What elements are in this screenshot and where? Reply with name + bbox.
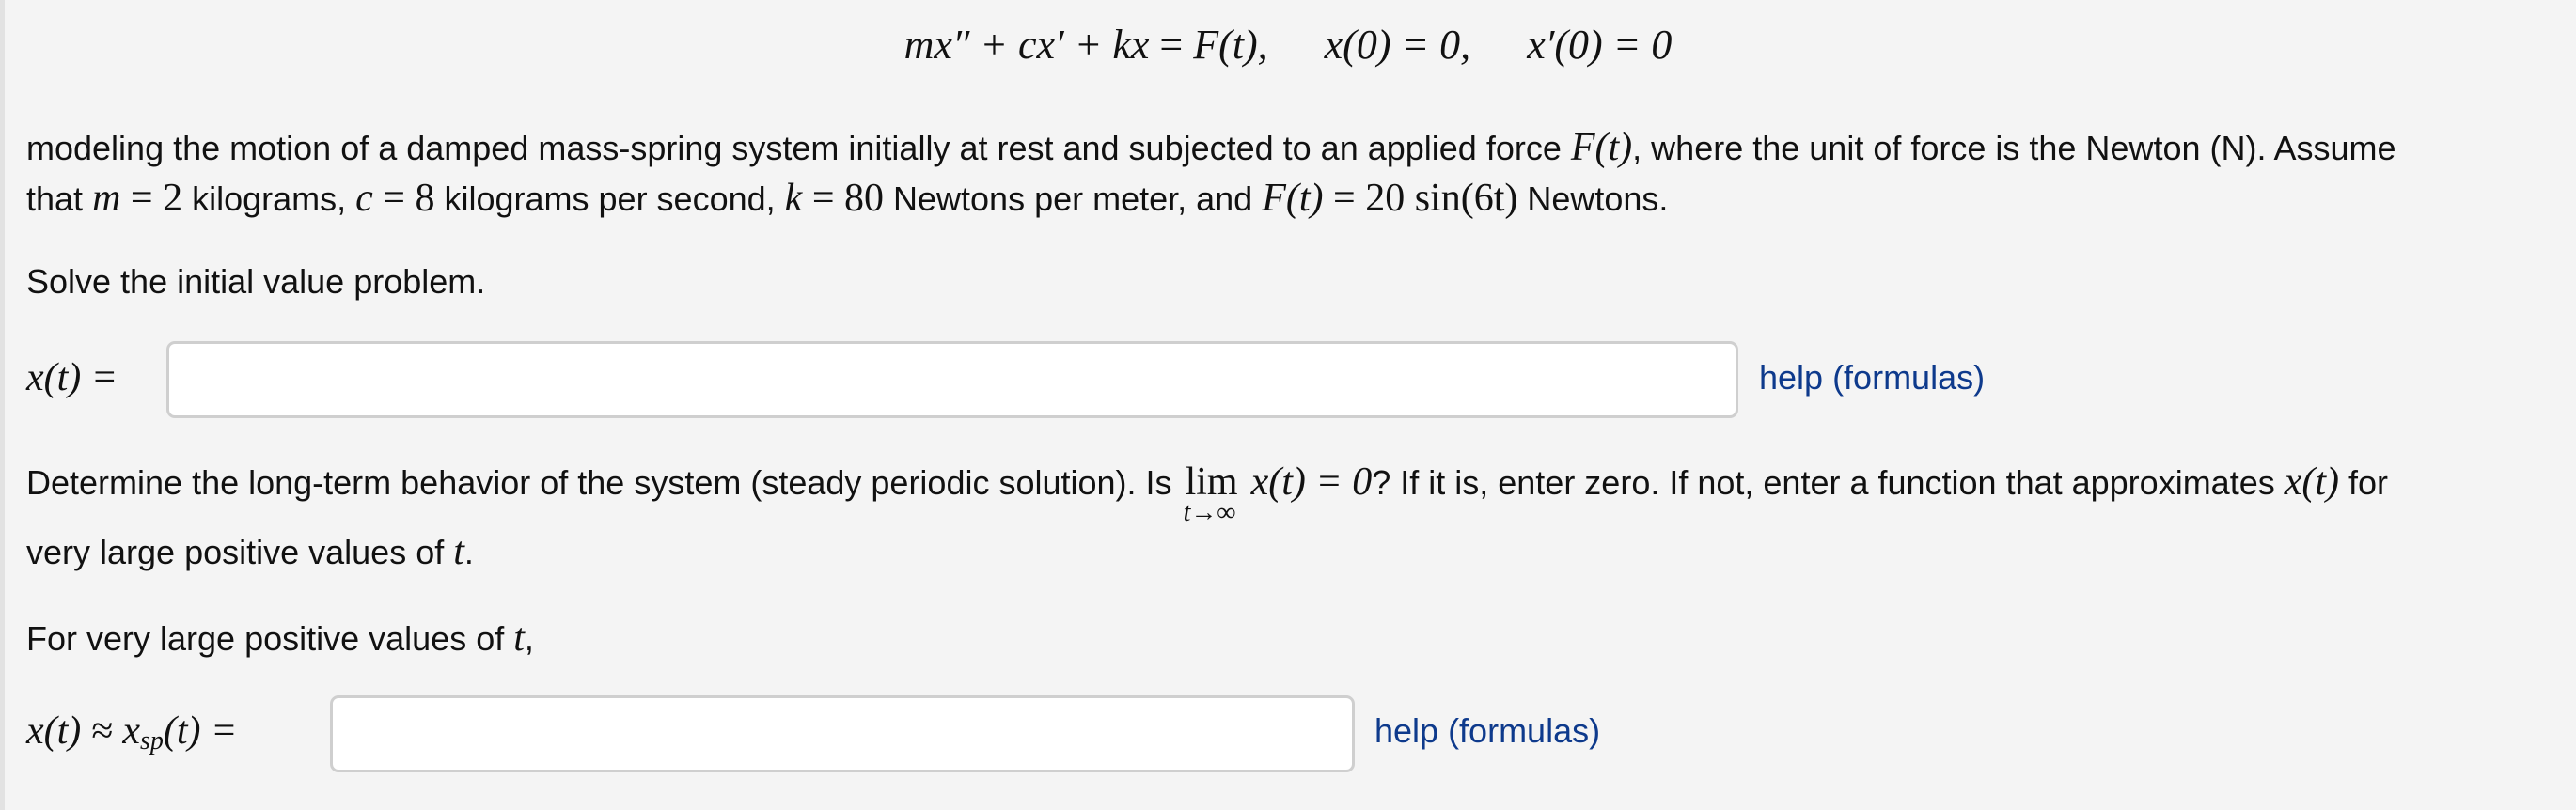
damping-symbol: c xyxy=(355,177,373,220)
initial-condition-2: x′(0) = 0 xyxy=(1527,22,1673,68)
mass-value: 2 xyxy=(163,177,183,220)
force-symbol: F(t) xyxy=(1570,126,1633,169)
help-formulas-link-1[interactable]: help (formulas) xyxy=(1759,361,1985,395)
steady-periodic-subscript: sp xyxy=(139,726,164,755)
ode-equation: mx″ + cx′ + kx = F(t), x(0) = 0, x′(0) =… xyxy=(903,22,1673,68)
ode-lhs: mx″ + cx′ + kx xyxy=(903,22,1150,68)
force-symbol-2: F(t) xyxy=(1262,177,1324,220)
help-formulas-link-2[interactable]: help (formulas) xyxy=(1374,714,1600,748)
x-of-t: x(t) xyxy=(2284,460,2340,504)
spring-value: 80 xyxy=(844,177,884,220)
intro-line-1: modeling the motion of a damped mass-spr… xyxy=(26,126,2396,169)
limit-subscript: t→∞ xyxy=(1183,498,1236,527)
longterm-line-1: Determine the long-term behavior of the … xyxy=(26,460,2389,527)
solve-prompt: Solve the initial value problem. xyxy=(26,262,486,301)
initial-condition-1: x(0) = 0, xyxy=(1324,22,1471,68)
ode-rhs: F(t), xyxy=(1193,22,1268,68)
spring-symbol: k xyxy=(784,177,803,220)
answer2-label: x(t) ≈ xsp(t) = xyxy=(26,709,238,755)
panel-left-border xyxy=(0,0,5,810)
longterm-line-2: very large positive values of t. xyxy=(26,530,474,573)
answer1-label: x(t) = xyxy=(26,356,118,399)
mass-symbol: m xyxy=(92,177,121,220)
limit-expression: x(t) = 0 xyxy=(1250,460,1373,504)
intro-line-2: that m = 2 kilograms, c = 8 kilograms pe… xyxy=(26,177,1669,220)
steady-periodic-input[interactable] xyxy=(330,695,1355,772)
solution-input[interactable] xyxy=(166,341,1738,418)
t-symbol: t xyxy=(453,530,464,573)
limit-operator: lim t→∞ xyxy=(1183,460,1238,527)
t-symbol-2: t xyxy=(513,616,525,660)
force-value: 20 sin(6t) xyxy=(1365,177,1518,220)
damping-value: 8 xyxy=(415,177,435,220)
large-t-prompt: For very large positive values of t, xyxy=(26,616,534,660)
